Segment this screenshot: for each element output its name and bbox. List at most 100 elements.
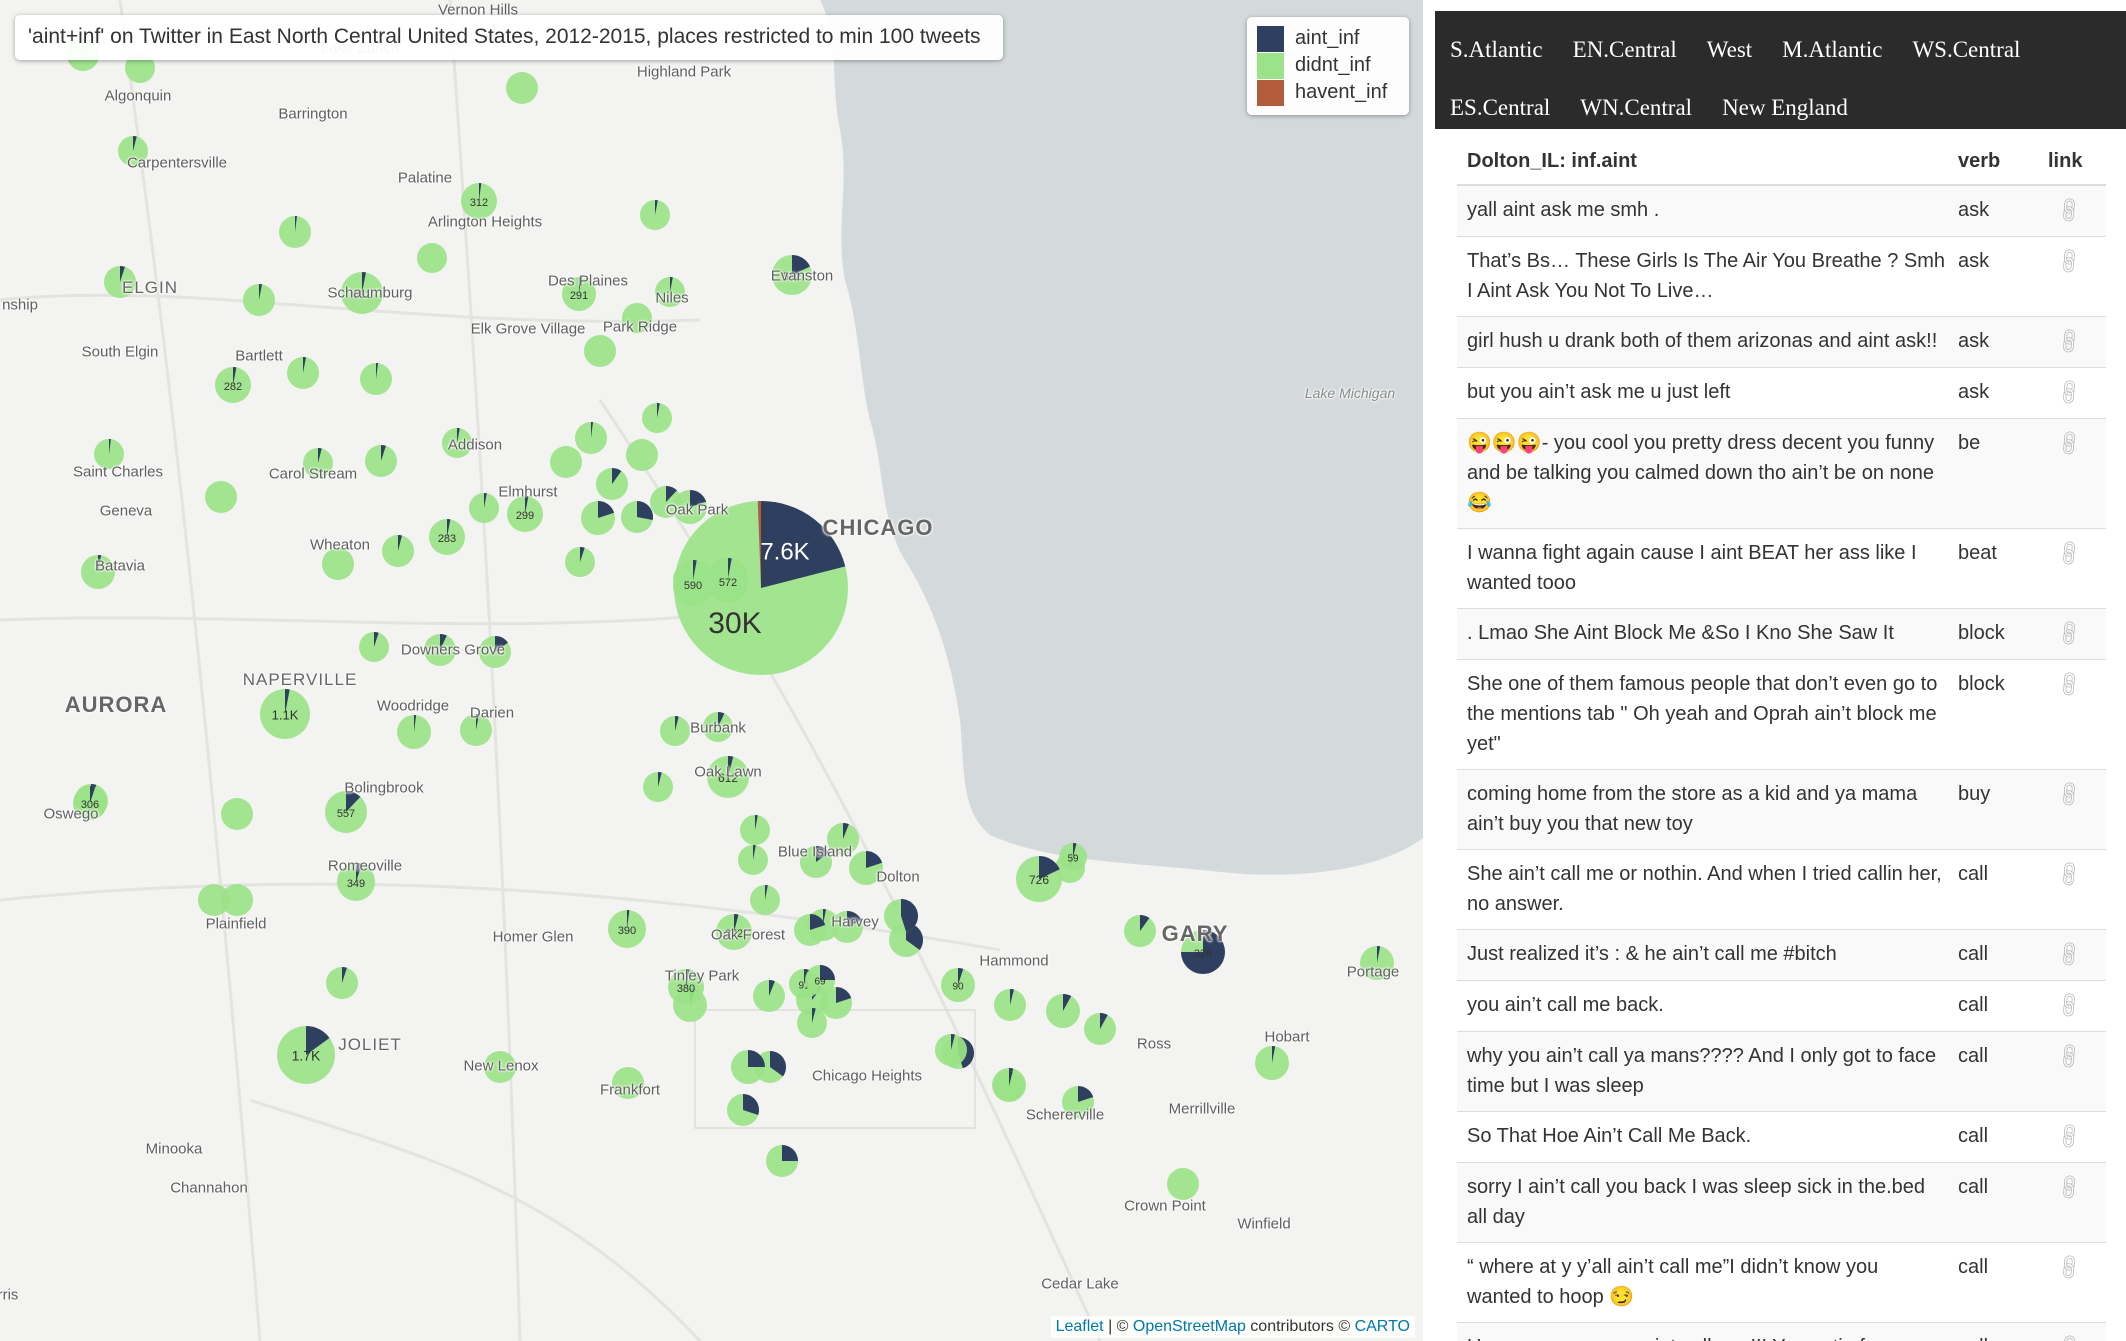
tweet-verb: be [1956,418,2044,529]
place-marker[interactable] [596,468,628,500]
tab-s-atlantic[interactable]: S.Atlantic [1450,21,1558,79]
tab-m-atlantic[interactable]: M.Atlantic [1767,21,1897,79]
table-header-row: Dolton_IL: inf.aint verb link [1457,139,2106,186]
tab-ws-central[interactable]: WS.Central [1897,21,2035,79]
place-marker[interactable] [738,845,768,875]
link-icon[interactable]: 🔗︎ [2051,192,2089,230]
place-marker[interactable] [382,535,414,567]
place-marker[interactable] [1167,1168,1199,1200]
link-icon[interactable]: 🔗︎ [2051,323,2089,361]
place-marker[interactable] [884,899,918,933]
place-marker[interactable] [1255,1046,1289,1080]
place-label: Burbank [690,719,746,737]
place-marker[interactable] [727,1094,759,1126]
carto-link[interactable]: CARTO [1355,1318,1410,1335]
link-icon[interactable]: 🔗︎ [2051,1249,2089,1287]
place-marker[interactable] [506,72,538,104]
link-icon[interactable]: 🔗︎ [2051,425,2089,463]
table-row: That’s Bs… These Girls Is The Air You Br… [1457,236,2106,317]
place-label: Barrington [278,105,348,123]
tweet-link-cell: 🔗︎ [2044,929,2106,981]
place-marker[interactable] [581,501,615,535]
link-icon[interactable]: 🔗︎ [2051,1169,2089,1207]
place-marker[interactable] [575,422,607,454]
place-marker[interactable] [797,1008,827,1038]
place-marker[interactable] [640,200,670,230]
place-marker[interactable] [584,335,616,367]
link-icon[interactable]: 🔗︎ [2051,1038,2089,1076]
place-marker[interactable] [221,884,253,916]
tab-west[interactable]: West [1692,21,1767,79]
place-label: Channahon [170,1179,248,1197]
link-icon[interactable]: 🔗︎ [2051,615,2089,653]
place-marker[interactable] [417,243,447,273]
place-marker[interactable] [750,885,780,915]
link-icon[interactable]: 🔗︎ [2051,666,2089,704]
place-marker[interactable] [205,481,237,513]
link-icon[interactable]: 🔗︎ [2051,776,2089,814]
place-marker[interactable] [1046,994,1080,1028]
place-marker[interactable] [766,1145,798,1177]
place-marker[interactable] [621,501,653,533]
tab-es-central[interactable]: ES.Central [1450,79,1565,137]
tweet-link-cell: 🔗︎ [2044,1111,2106,1163]
place-marker[interactable] [550,446,582,478]
place-marker[interactable] [397,715,431,749]
tab-new-england[interactable]: New England [1707,79,1863,137]
place-marker[interactable] [469,493,499,523]
place-marker[interactable] [994,989,1026,1021]
place-marker[interactable] [740,815,770,845]
place-marker[interactable] [360,363,392,395]
place-marker[interactable] [660,716,690,746]
pie-didnt-slice [550,446,582,478]
tab-wn-central[interactable]: WN.Central [1565,79,1707,137]
place-marker[interactable] [731,1050,765,1084]
link-icon[interactable]: 🔗︎ [2051,1118,2089,1156]
place-label: Oswego [43,805,99,823]
place-marker[interactable] [565,547,595,577]
link-icon[interactable]: 🔗︎ [2051,535,2089,573]
marker-count-label: 326 [1194,948,1212,960]
place-marker[interactable] [365,445,397,477]
place-marker[interactable] [642,403,672,433]
place-label: Cedar Lake [1041,1275,1119,1293]
place-marker[interactable] [935,1034,967,1066]
map-canvas[interactable]: 1.1K1.7K63161259057255751239038034932631… [0,0,1423,1341]
place-label: nship [2,296,38,314]
place-label: Schaumburg [327,284,413,302]
link-icon[interactable]: 🔗︎ [2051,936,2089,974]
tweet-verb: call [1956,980,2044,1032]
tweet-link-cell: 🔗︎ [2044,367,2106,419]
tab-en-central[interactable]: EN.Central [1558,21,1692,79]
place-marker[interactable] [1084,1013,1116,1045]
place-marker[interactable] [626,439,658,471]
place-marker[interactable] [359,632,389,662]
map-view[interactable]: 1.1K1.7K63161259057255751239038034932631… [0,0,1423,1341]
place-marker[interactable] [994,1071,1024,1101]
place-marker[interactable] [794,914,826,946]
link-icon[interactable]: 🔗︎ [2051,243,2089,281]
header-text[interactable]: Dolton_IL: inf.aint [1457,139,1956,186]
place-marker[interactable] [221,798,253,830]
place-marker[interactable] [243,284,275,316]
place-label: Lake Michigan [1304,385,1396,401]
place-marker[interactable] [753,980,785,1012]
link-icon[interactable]: 🔗︎ [2051,1329,2089,1341]
place-label: Chicago Heights [811,1067,923,1085]
place-marker[interactable] [287,357,319,389]
link-icon[interactable]: 🔗︎ [2051,987,2089,1025]
leaflet-link[interactable]: Leaflet [1056,1318,1104,1335]
place-marker[interactable] [643,772,673,802]
pie-didnt-slice [205,481,237,513]
header-verb[interactable]: verb [1956,139,2044,186]
place-marker[interactable] [326,967,358,999]
place-marker[interactable] [1124,915,1156,947]
tweet-link-cell: 🔗︎ [2044,1242,2106,1323]
link-icon[interactable]: 🔗︎ [2051,856,2089,894]
place-marker[interactable] [279,216,311,248]
header-link[interactable]: link [2044,139,2106,186]
tweet-verb: block [1956,608,2044,660]
tweet-verb: buy [1956,769,2044,850]
link-icon[interactable]: 🔗︎ [2051,374,2089,412]
openstreetmap-link[interactable]: OpenStreetMap [1133,1318,1246,1335]
